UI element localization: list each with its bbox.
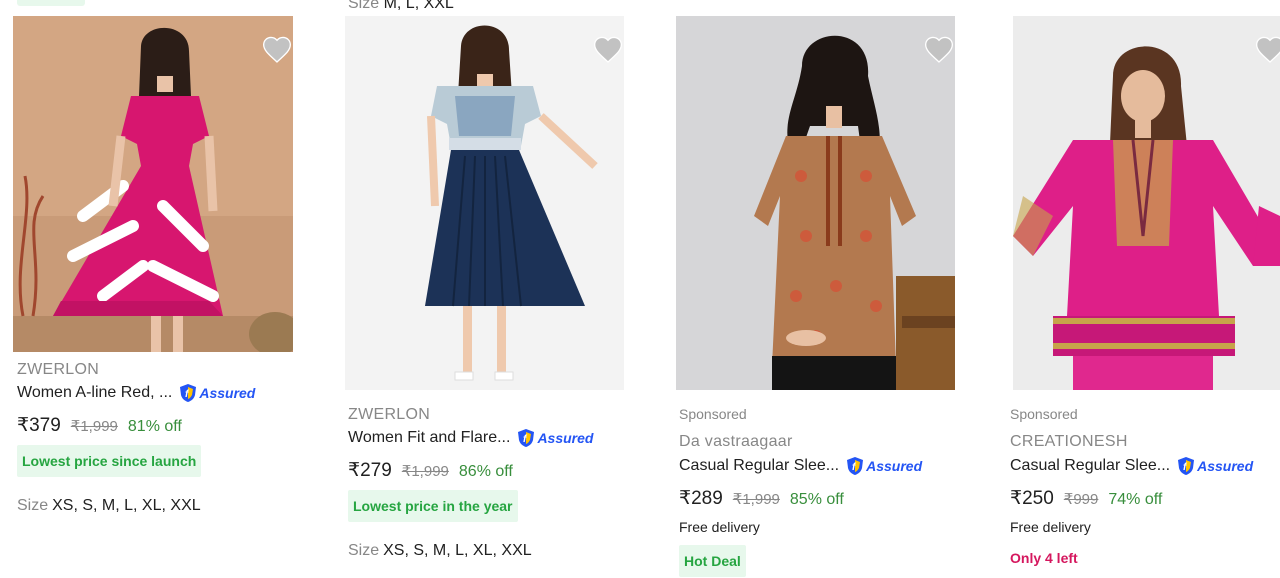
previous-row-tag-remnant <box>17 0 85 6</box>
delivery-info: Free delivery <box>679 519 760 535</box>
deal-tag: Hot Deal <box>679 545 746 577</box>
product-title[interactable]: Women A-line Red, ... <box>17 384 172 402</box>
assured-shield-icon: f <box>1178 457 1195 475</box>
size-options: Size XS, S, M, L, XL, XXL <box>17 497 201 514</box>
price-row: ₹289 ₹1,999 85% off <box>679 487 844 510</box>
wishlist-heart-icon[interactable] <box>923 34 955 66</box>
assured-shield-icon: f <box>518 429 535 447</box>
size-options: Size XS, S, M, L, XL, XXL <box>348 542 532 559</box>
discount-percent: 81% off <box>127 418 182 435</box>
discount-percent: 85% off <box>789 491 844 508</box>
deal-tag: Lowest price since launch <box>17 445 202 477</box>
deal-tag-wrap: Hot Deal <box>679 545 746 577</box>
product-grid: Size M, L, XXL ZWERLON Women A-line Red,… <box>0 0 1280 578</box>
wishlist-heart-icon[interactable] <box>261 34 293 66</box>
product-image[interactable] <box>676 16 955 390</box>
previous-row-size: Size M, L, XXL <box>348 0 454 12</box>
product-title-row[interactable]: Women A-line Red, ... f Assured <box>17 383 255 403</box>
product-image[interactable] <box>1013 16 1280 390</box>
original-price: ₹1,999 <box>732 491 780 508</box>
product-brand: ZWERLON <box>348 406 431 423</box>
product-title[interactable]: Women Fit and Flare... <box>348 429 510 447</box>
assured-badge: f Assured <box>178 383 255 403</box>
original-price: ₹999 <box>1063 491 1099 508</box>
delivery-info: Free delivery <box>1010 519 1091 535</box>
assured-badge: f Assured <box>516 428 593 448</box>
original-price: ₹1,999 <box>401 463 449 480</box>
assured-shield-icon: f <box>180 384 197 402</box>
stock-warning: Only 4 left <box>1010 550 1078 566</box>
sponsored-label: Sponsored <box>679 406 747 422</box>
wishlist-heart-icon[interactable] <box>592 34 624 66</box>
product-brand: CREATIONESH <box>1010 433 1128 450</box>
discount-percent: 86% off <box>458 463 513 480</box>
selling-price: ₹289 <box>679 488 723 509</box>
product-title-row[interactable]: Women Fit and Flare... f Assured <box>348 428 593 448</box>
product-image[interactable] <box>345 16 624 390</box>
product-title-row[interactable]: Casual Regular Slee... f Assured <box>679 456 922 476</box>
product-image[interactable] <box>13 16 293 352</box>
deal-tag: Lowest price in the year <box>348 490 518 522</box>
product-title-row[interactable]: Casual Regular Slee... f Assured <box>1010 456 1253 476</box>
product-title[interactable]: Casual Regular Slee... <box>1010 457 1170 475</box>
product-brand: ZWERLON <box>17 361 100 378</box>
deal-tag-wrap: Lowest price since launch <box>17 445 202 477</box>
assured-shield-icon: f <box>847 457 864 475</box>
assured-badge: f Assured <box>845 456 922 476</box>
assured-badge: f Assured <box>1176 456 1253 476</box>
price-row: ₹279 ₹1,999 86% off <box>348 459 513 482</box>
selling-price: ₹279 <box>348 460 392 481</box>
original-price: ₹1,999 <box>70 418 118 435</box>
price-row: ₹379 ₹1,999 81% off <box>17 414 182 437</box>
selling-price: ₹250 <box>1010 488 1054 509</box>
product-brand: Da vastraagaar <box>679 433 793 450</box>
sponsored-label: Sponsored <box>1010 406 1078 422</box>
discount-percent: 74% off <box>1108 491 1163 508</box>
product-title[interactable]: Casual Regular Slee... <box>679 457 839 475</box>
deal-tag-wrap: Lowest price in the year <box>348 490 518 522</box>
wishlist-heart-icon[interactable] <box>1254 34 1280 66</box>
selling-price: ₹379 <box>17 415 61 436</box>
price-row: ₹250 ₹999 74% off <box>1010 487 1162 510</box>
